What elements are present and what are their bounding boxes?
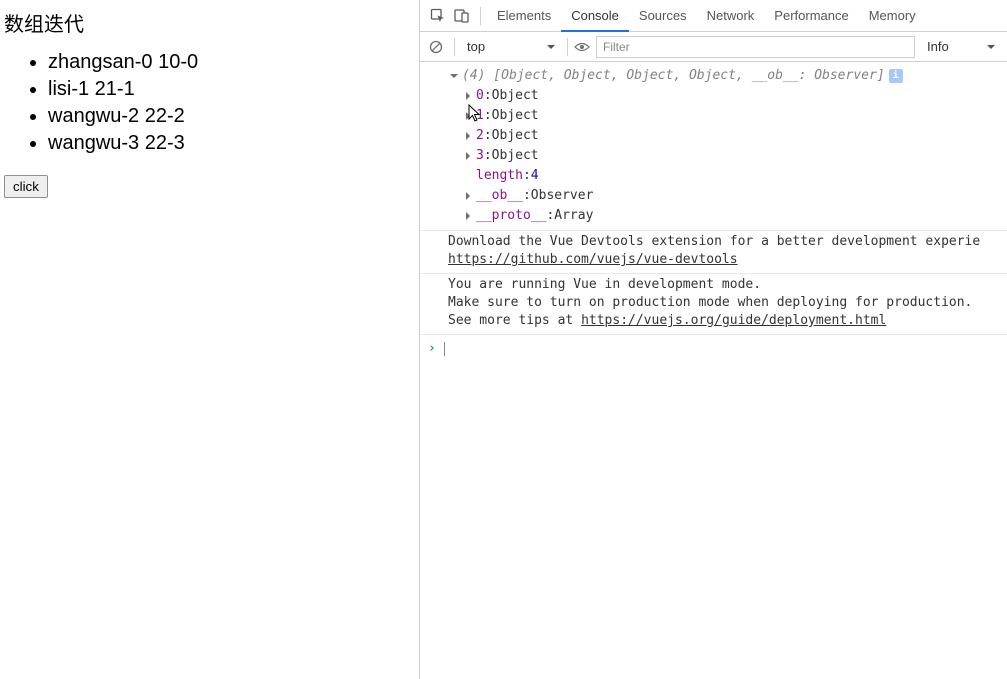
tab-elements[interactable]: Elements: [487, 0, 561, 32]
array-summary: (4) [Object, Object, Object, Object, __o…: [462, 66, 885, 86]
click-button[interactable]: click: [4, 175, 48, 198]
expand-arrow-right-icon[interactable]: [462, 110, 474, 122]
devtools-pane: Elements Console Sources Network Perform…: [420, 0, 1007, 679]
console-input[interactable]: [444, 342, 999, 356]
prompt-caret-icon: ›: [428, 339, 436, 359]
console-prompt[interactable]: ›: [420, 335, 1007, 363]
log-level-label: Info: [927, 39, 949, 54]
page-pane: 数组迭代 zhangsan-0 10-0 lisi-1 21-1 wangwu-…: [0, 0, 420, 679]
divider: [480, 7, 481, 25]
array-entry-row[interactable]: 1: Object: [448, 106, 999, 126]
devtools-tab-bar: Elements Console Sources Network Perform…: [420, 0, 1007, 32]
inspect-element-icon[interactable]: [426, 4, 450, 28]
console-log-array[interactable]: (4) [Object, Object, Object, Object, __o…: [420, 64, 1007, 231]
length-row: length: 4: [448, 166, 999, 186]
entry-value: Object: [492, 126, 539, 146]
message-line: Make sure to turn on production mode whe…: [448, 295, 972, 310]
expand-arrow-right-icon[interactable]: [462, 90, 474, 102]
length-value: 4: [531, 166, 539, 186]
tab-network[interactable]: Network: [697, 0, 765, 32]
divider: [567, 38, 568, 56]
list-item: lisi-1 21-1: [48, 76, 411, 103]
ob-row[interactable]: __ob__: Observer: [448, 186, 999, 206]
entry-key: 3: [476, 146, 484, 166]
divider: [454, 38, 455, 56]
message-line: You are running Vue in development mode.: [448, 277, 761, 292]
expand-arrow-right-icon[interactable]: [462, 150, 474, 162]
console-body: (4) [Object, Object, Object, Object, __o…: [420, 62, 1007, 679]
tab-performance[interactable]: Performance: [764, 0, 858, 32]
filter-input[interactable]: [596, 36, 915, 58]
log-level-dropdown[interactable]: Info: [919, 36, 1003, 57]
entry-value: Object: [492, 106, 539, 126]
expand-arrow-right-icon[interactable]: [462, 210, 474, 222]
array-summary-row[interactable]: (4) [Object, Object, Object, Object, __o…: [448, 66, 999, 86]
tab-memory[interactable]: Memory: [859, 0, 926, 32]
list-item: zhangsan-0 10-0: [48, 49, 411, 76]
array-entry-row[interactable]: 3: Object: [448, 146, 999, 166]
expand-arrow-down-icon[interactable]: [448, 70, 460, 82]
proto-key: __proto__: [476, 206, 546, 226]
message-line: See more tips at: [448, 313, 581, 328]
list-item: wangwu-2 22-2: [48, 103, 411, 130]
expand-arrow-right-icon[interactable]: [462, 130, 474, 142]
expand-arrow-right-icon[interactable]: [462, 190, 474, 202]
list-item: wangwu-3 22-3: [48, 130, 411, 157]
tab-sources[interactable]: Sources: [629, 0, 697, 32]
ob-key: __ob__: [476, 186, 523, 206]
entry-key: 1: [476, 106, 484, 126]
array-entry-row[interactable]: 2: Object: [448, 126, 999, 146]
console-toolbar: top Info: [420, 32, 1007, 62]
context-label: top: [467, 39, 485, 54]
info-badge-icon[interactable]: i: [889, 69, 903, 83]
page-title: 数组迭代: [4, 8, 411, 37]
proto-value: Array: [554, 206, 593, 226]
chevron-down-icon: [987, 43, 995, 51]
array-entry-row[interactable]: 0: Object: [448, 86, 999, 106]
message-line: Download the Vue Devtools extension for …: [448, 234, 980, 249]
entry-value: Object: [492, 146, 539, 166]
chevron-down-icon: [547, 43, 555, 51]
message-link[interactable]: https://vuejs.org/guide/deployment.html: [581, 313, 886, 328]
console-message: You are running Vue in development mode.…: [420, 274, 1007, 335]
ob-value: Observer: [531, 186, 594, 206]
entry-key: 0: [476, 86, 484, 106]
live-expression-icon[interactable]: [574, 38, 592, 56]
page-list: zhangsan-0 10-0 lisi-1 21-1 wangwu-2 22-…: [8, 49, 411, 157]
message-link[interactable]: https://github.com/vuejs/vue-devtools: [448, 252, 738, 267]
entry-value: Object: [492, 86, 539, 106]
length-key: length: [476, 166, 523, 186]
clear-console-icon[interactable]: [424, 37, 448, 57]
tab-console[interactable]: Console: [561, 0, 629, 32]
execution-context-dropdown[interactable]: top: [461, 36, 561, 57]
proto-row[interactable]: __proto__: Array: [448, 206, 999, 226]
console-message: Download the Vue Devtools extension for …: [420, 231, 1007, 274]
entry-key: 2: [476, 126, 484, 146]
toggle-device-icon[interactable]: [450, 4, 474, 28]
